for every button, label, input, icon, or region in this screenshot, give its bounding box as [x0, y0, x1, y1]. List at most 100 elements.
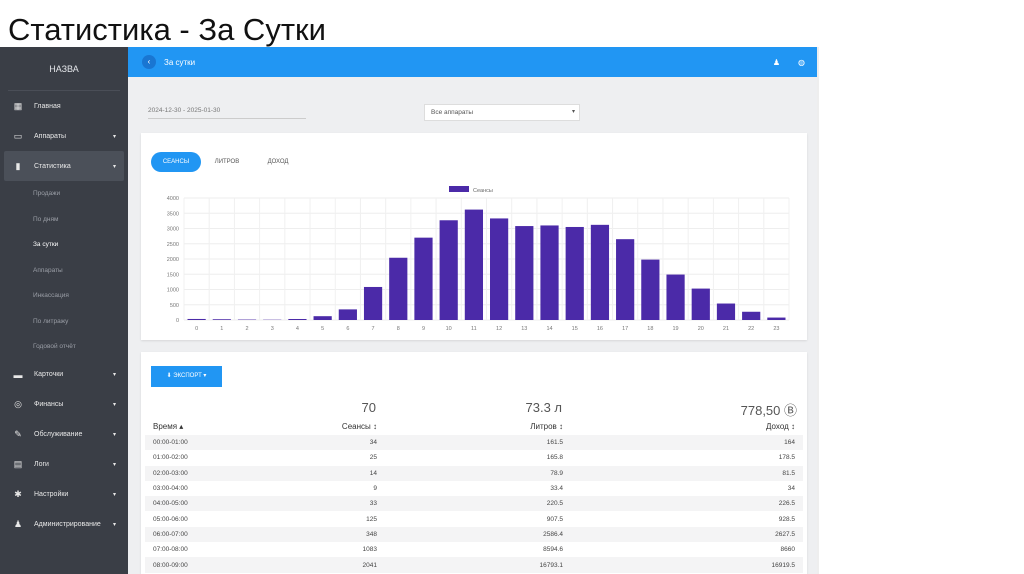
bar-chart-icon: ▮	[15, 160, 21, 171]
clipboard-icon: ▤	[13, 459, 23, 469]
table-cell: 16919.5	[771, 561, 796, 569]
devices-icon: ▭	[13, 130, 23, 141]
table-row: 05:00-06:00 125 907.5 928.5	[145, 511, 803, 526]
table-cell: 907.5	[546, 515, 563, 523]
caret-down-icon: ▾	[112, 402, 116, 408]
sidebar-item[interactable]: ▦ Главная	[0, 91, 128, 121]
column-header[interactable]: Сеансы ↕	[255, 418, 385, 435]
sidebar-subitem[interactable]: Продажи	[0, 181, 128, 207]
sidebar-item[interactable]: ▤ Логи ▾	[0, 450, 128, 480]
sidebar-subitem[interactable]: Инкассация	[0, 283, 128, 309]
y-tick-label: 1500	[167, 272, 179, 278]
user-icon: ♟	[13, 519, 23, 529]
x-tick-label: 6	[346, 326, 349, 332]
table-row: 04:00-05:00 33 220.5 226.5	[145, 496, 803, 512]
x-tick-label: 0	[195, 326, 198, 332]
bar	[742, 311, 761, 320]
table-row: 01:00-02:00 25 165.8 178.5	[145, 450, 803, 465]
y-tick-label: 2500	[167, 242, 179, 248]
table-cell: 2586.4	[543, 530, 563, 538]
wrench-icon: ✎	[14, 429, 22, 439]
date-range-input[interactable]: 2024-12-30 - 2025-01-30	[148, 107, 306, 119]
table-cell: 161.5	[546, 439, 563, 447]
table-cell: 8594.6	[543, 546, 563, 554]
sidebar-subitem[interactable]: Аппараты	[0, 258, 128, 284]
table-cell: 348	[366, 530, 377, 538]
column-header[interactable]: Время ▴	[145, 418, 255, 435]
table-cell: 34	[369, 439, 377, 447]
sidebar-item[interactable]: ◎ Финансы ▾	[0, 390, 128, 420]
bar	[490, 218, 509, 320]
table-cell: 125	[366, 515, 377, 523]
bar	[590, 224, 610, 320]
sidebar-item[interactable]: ✱ Настройки ▾	[0, 480, 128, 510]
y-tick-label: 3000	[167, 227, 179, 233]
table-cell: 220.5	[546, 500, 563, 508]
column-header[interactable]: Доход ↕	[571, 418, 803, 435]
table-cell: 14	[369, 469, 377, 477]
table-cell: 08:00-09:00	[153, 561, 188, 569]
caret-down-icon: ▾	[112, 492, 116, 498]
table-cell: 07:00-08:00	[153, 546, 188, 554]
card-icon: ▬	[13, 369, 23, 380]
chart-card: СЕАНСЫ ЛИТРОВ ДОХОД 0 500 1000 1500 2000 2500…	[141, 133, 807, 340]
table-cell: 01:00-02:00	[153, 454, 188, 462]
x-tick-label: 1	[220, 326, 223, 332]
page-title: За сутки	[164, 57, 196, 67]
main-content: 2024-12-30 - 2025-01-30 Все аппараты ▾ С…	[128, 77, 817, 574]
bar	[338, 309, 357, 320]
table-row: 02:00-03:00 14 78.9 81.5	[145, 465, 803, 481]
table-cell: 04:00-05:00	[153, 500, 188, 508]
x-tick-label: 14	[546, 326, 552, 332]
x-tick-label: 10	[446, 326, 452, 332]
finance-icon: ◎	[14, 399, 22, 409]
bar	[540, 225, 559, 320]
table-cell: 16793.1	[539, 561, 564, 569]
sidebar-item[interactable]: ▭ Аппараты ▾	[0, 121, 128, 151]
bar	[767, 317, 786, 320]
sidebar-item[interactable]: ▬ Карточки ▾	[0, 360, 128, 390]
column-header[interactable]: Литров ↕	[385, 418, 571, 435]
x-tick-label: 21	[723, 326, 729, 332]
sessions-bar-chart: 050010001500200025003000350040000 1 2 3 4 5 6 7…	[167, 186, 790, 332]
bar	[389, 257, 408, 320]
table-row: 06:00-07:00 348 2586.4 2627.5	[145, 526, 803, 543]
x-tick-label: 2	[245, 326, 248, 332]
table-cell: 2627.5	[775, 530, 795, 538]
sidebar-subitem[interactable]: По литражу	[0, 309, 128, 335]
bar	[212, 319, 231, 320]
bar	[666, 274, 685, 320]
sidebar-subitem[interactable]: По дням	[0, 207, 128, 233]
sidebar-item[interactable]: ✎ Обслуживание ▾	[0, 420, 128, 450]
device-select[interactable]: Все аппараты ▾	[424, 104, 580, 121]
x-tick-label: 15	[572, 326, 578, 332]
x-tick-label: 7	[372, 326, 375, 332]
caret-down-icon: ▾	[112, 522, 116, 528]
x-tick-label: 13	[521, 326, 527, 332]
total-income: 778,50 Ⓑ	[740, 403, 797, 418]
bar	[414, 237, 433, 320]
bar	[565, 226, 584, 320]
hourly-table: Время ▴ Сеансы ↕ Литров ↕ Доход ↕ 00:00-01:0…	[145, 418, 803, 573]
caret-down-icon: ▾	[112, 163, 116, 170]
slide-title: Статистика - За Сутки	[8, 12, 326, 47]
table-cell: 226.5	[778, 500, 795, 508]
x-tick-label: 18	[647, 326, 653, 332]
table-cell: 02:00-03:00	[153, 469, 188, 477]
sidebar-item[interactable]: ▮ Статистика ▾	[4, 151, 124, 181]
gear-icon: ✱	[14, 489, 22, 499]
scrollbar[interactable]	[817, 47, 819, 574]
sidebar-subitem[interactable]: Годовой отчёт	[0, 334, 128, 360]
sidebar-subitem[interactable]: За сутки	[0, 232, 128, 258]
y-tick-label: 2000	[167, 257, 179, 263]
user-icon[interactable]: ♟	[773, 58, 780, 67]
export-button[interactable]: ⬇ ЭКСПОРТ ▾	[151, 366, 222, 387]
table-cell: 33	[369, 500, 377, 508]
bar	[691, 288, 710, 320]
globe-icon[interactable]: ◍	[798, 58, 805, 67]
table-card: ⬇ ЭКСПОРТ ▾ 70 73.3 л 778,50 Ⓑ Время ▴ Се…	[141, 352, 807, 574]
sidebar-item[interactable]: ♟ Администрирование ▾	[0, 510, 128, 540]
back-icon[interactable]: ‹	[142, 55, 156, 69]
y-tick-label: 3500	[167, 211, 179, 217]
table-cell: 06:00-07:00	[153, 530, 188, 538]
